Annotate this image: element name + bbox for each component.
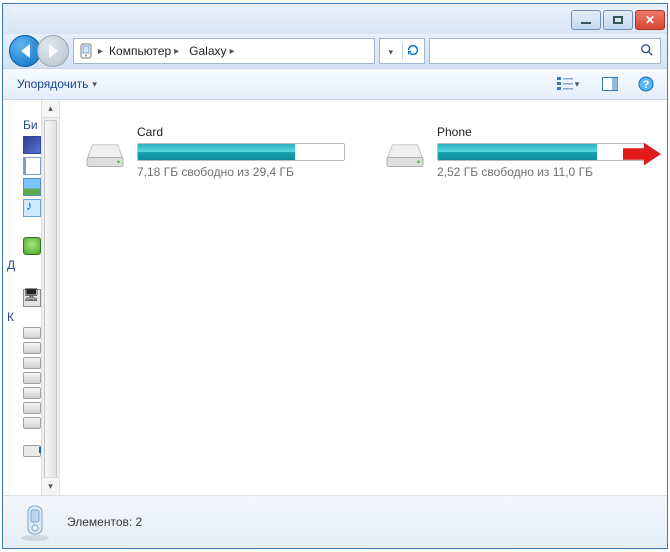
capacity-fill	[438, 144, 597, 160]
svg-text:?: ?	[643, 79, 650, 91]
thumbnails-icon	[557, 77, 573, 91]
drive-icon[interactable]	[23, 372, 41, 384]
chevron-down-icon: ▾	[575, 79, 580, 90]
preview-pane-icon	[602, 77, 618, 91]
scroll-up-button[interactable]: ▴	[42, 100, 59, 118]
removable-drive-icon[interactable]	[23, 445, 41, 457]
homegroup-icon[interactable]	[23, 237, 41, 255]
callout-arrow-icon	[623, 142, 661, 166]
chevron-down-icon: ▾	[92, 79, 97, 90]
help-icon: ?	[638, 76, 654, 92]
search-icon	[640, 43, 654, 60]
arrow-right-icon	[49, 44, 58, 58]
sidebar-scrollbar[interactable]: ▴ ▾	[41, 100, 59, 495]
documents-icon[interactable]	[23, 157, 41, 175]
capacity-bar	[137, 143, 345, 161]
drive-tile-phone[interactable]: Phone 2,52 ГБ свободно из 11,0 ГБ	[378, 120, 648, 184]
capacity-fill	[138, 144, 295, 160]
help-button[interactable]: ?	[633, 72, 659, 96]
drive-icon[interactable]	[23, 327, 41, 339]
window-close-button[interactable]: ✕	[635, 10, 665, 30]
drive-subtitle: 2,52 ГБ свободно из 11,0 ГБ	[437, 165, 643, 179]
chevron-right-icon: ▸	[174, 46, 179, 57]
capacity-bar	[437, 143, 645, 161]
drive-name: Card	[137, 125, 343, 139]
status-bar: Элементов: 2	[3, 495, 667, 548]
drive-subtitle: 7,18 ГБ свободно из 29,4 ГБ	[137, 165, 343, 179]
refresh-group: ▾	[379, 38, 425, 64]
organize-button[interactable]: Упорядочить ▾	[11, 75, 103, 93]
status-text: Элементов: 2	[67, 515, 142, 529]
toolbar: Упорядочить ▾ ▾ ?	[3, 68, 667, 100]
chevron-right-icon: ▸	[98, 46, 103, 57]
storage-drive-icon	[383, 134, 427, 170]
breadcrumb-segment-galaxy[interactable]: Galaxy ▸	[185, 44, 238, 58]
scroll-down-button[interactable]: ▾	[42, 477, 59, 495]
drive-info: Card 7,18 ГБ свободно из 29,4 ГБ	[137, 125, 343, 179]
music-icon[interactable]	[23, 199, 41, 217]
nav-forward-button[interactable]	[37, 35, 69, 67]
breadcrumb-label: Galaxy	[189, 44, 226, 58]
explorer-window: ✕ ▸ Компьютер ▸ Galaxy ▸	[2, 3, 668, 549]
drive-icon[interactable]	[23, 342, 41, 354]
drive-icon[interactable]	[23, 357, 41, 369]
refresh-button[interactable]	[402, 43, 425, 60]
body: Би Д К ▴ ▾	[3, 100, 667, 495]
drive-icon[interactable]	[23, 402, 41, 414]
drive-name: Phone	[437, 125, 643, 139]
storage-drive-icon	[83, 134, 127, 170]
search-input[interactable]	[429, 38, 661, 64]
chevron-right-icon: ▸	[230, 46, 235, 57]
computer-icon[interactable]	[23, 289, 41, 307]
organize-label: Упорядочить	[17, 77, 88, 91]
arrow-left-icon	[21, 44, 30, 58]
sidebar-computer-label[interactable]: К	[7, 310, 14, 324]
sidebar-homegroup-label[interactable]: Д	[7, 258, 15, 272]
nav-buttons	[9, 35, 69, 67]
change-view-button[interactable]: ▾	[549, 72, 587, 96]
device-large-icon	[15, 502, 55, 542]
drive-tiles: Card 7,18 ГБ свободно из 29,4 ГБ	[78, 120, 649, 184]
scroll-thumb[interactable]	[44, 120, 57, 495]
breadcrumb[interactable]: ▸ Компьютер ▸ Galaxy ▸	[73, 38, 375, 64]
address-bar: ▸ Компьютер ▸ Galaxy ▸ ▾	[3, 34, 667, 68]
breadcrumb-label: Компьютер	[109, 44, 171, 58]
device-icon	[78, 43, 94, 59]
window-minimize-button[interactable]	[571, 10, 601, 30]
pictures-icon[interactable]	[23, 178, 41, 196]
drive-tile-card[interactable]: Card 7,18 ГБ свободно из 29,4 ГБ	[78, 120, 348, 184]
videos-icon[interactable]	[23, 136, 41, 154]
content-pane: Card 7,18 ГБ свободно из 29,4 ГБ	[60, 100, 667, 495]
titlebar: ✕	[3, 4, 667, 34]
history-dropdown-button[interactable]: ▾	[380, 44, 402, 58]
preview-pane-button[interactable]	[597, 72, 623, 96]
breadcrumb-segment-computer[interactable]: Компьютер ▸	[105, 44, 183, 58]
drive-icon[interactable]	[23, 387, 41, 399]
nav-pane: Би Д К ▴ ▾	[3, 100, 60, 495]
drive-info: Phone 2,52 ГБ свободно из 11,0 ГБ	[437, 125, 643, 179]
window-maximize-button[interactable]	[603, 10, 633, 30]
drive-icon[interactable]	[23, 417, 41, 429]
